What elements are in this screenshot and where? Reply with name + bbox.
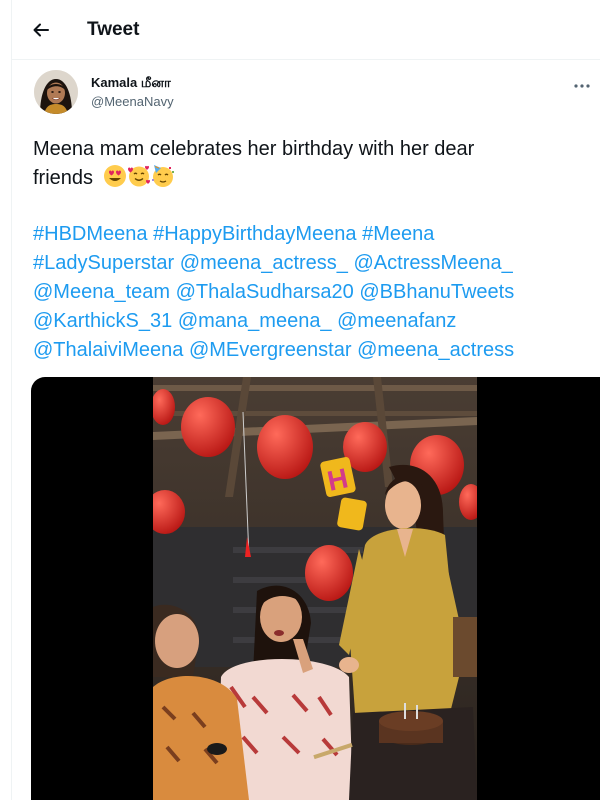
- avatar[interactable]: [34, 70, 78, 114]
- media-photo: H: [153, 377, 477, 800]
- hashtag-row: #LadySuperstar @meena_actress_ @ActressM…: [33, 249, 593, 278]
- mention-link[interactable]: @meena_actress: [357, 339, 514, 361]
- hashtag-row: #HBDMeena #HappyBirthdayMeena #Meena: [33, 220, 593, 249]
- hashtag-link[interactable]: #LadySuperstar: [33, 252, 174, 274]
- left-border: [11, 0, 12, 800]
- tweet-header: Tweet: [12, 0, 600, 60]
- hashtag-link[interactable]: #Meena: [362, 223, 434, 245]
- hashtag-row: @Meena_team @ThalaSudharsa20 @BBhanuTwee…: [33, 278, 593, 307]
- hashtag-link[interactable]: #HBDMeena: [33, 223, 148, 245]
- mention-link[interactable]: @ThalaSudharsa20: [176, 281, 354, 303]
- avatar-image: [34, 70, 78, 114]
- back-button[interactable]: [24, 13, 58, 47]
- party-scene-image: H: [153, 377, 477, 800]
- more-horizontal-icon: [574, 84, 590, 88]
- smiling-face-with-hearts-icon: [127, 165, 150, 187]
- partying-face-icon: [151, 165, 174, 187]
- tweet-author: Kamala மீனா @MeenaNavy: [34, 70, 600, 120]
- hashtag-row: @KarthickS_31 @mana_meena_ @meenafanz: [33, 307, 593, 336]
- mention-link[interactable]: @ThalaiviMeena: [33, 339, 183, 361]
- tweet-text-line: friends: [33, 164, 588, 193]
- hashtag-list: #HBDMeena #HappyBirthdayMeena #Meena #La…: [33, 220, 593, 365]
- mention-link[interactable]: @BBhanuTweets: [359, 281, 514, 303]
- mention-link[interactable]: @Meena_team: [33, 281, 170, 303]
- hashtag-row: @ThalaiviMeena @MEvergreenstar @meena_ac…: [33, 336, 593, 365]
- smiling-face-with-heart-eyes-icon: [103, 165, 126, 187]
- author-name[interactable]: Kamala மீனா: [91, 75, 171, 92]
- tweet-text-line: Meena mam celebrates her birthday with h…: [33, 138, 475, 160]
- mention-link[interactable]: @ActressMeena_: [354, 252, 513, 274]
- tweet-text: Meena mam celebrates her birthday with h…: [33, 135, 588, 193]
- mention-link[interactable]: @KarthickS_31: [33, 310, 172, 332]
- page-title: Tweet: [87, 18, 140, 40]
- tweet-text-fragment: friends: [33, 167, 94, 189]
- author-handle[interactable]: @MeenaNavy: [91, 94, 174, 109]
- mention-link[interactable]: @meenafanz: [337, 310, 456, 332]
- hashtag-link[interactable]: #HappyBirthdayMeena: [153, 223, 356, 245]
- arrow-left-icon: [33, 23, 49, 36]
- more-button[interactable]: [570, 74, 594, 98]
- mention-link[interactable]: @MEvergreenstar: [189, 339, 352, 361]
- tweet-media-video[interactable]: H: [31, 377, 600, 800]
- mention-link[interactable]: @meena_actress_: [180, 252, 348, 274]
- mention-link[interactable]: @mana_meena_: [178, 310, 332, 332]
